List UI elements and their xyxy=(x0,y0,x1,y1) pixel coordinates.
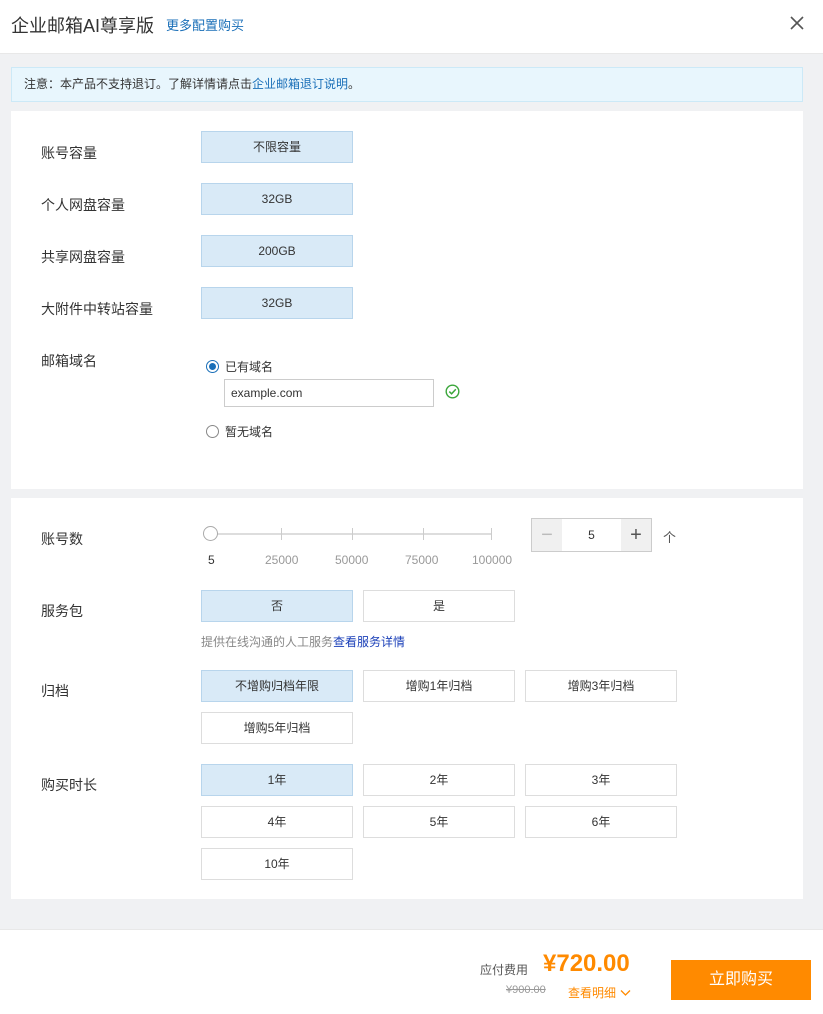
slider-tick xyxy=(281,528,282,540)
duration-option-4y[interactable]: 4年 xyxy=(201,806,353,838)
domain-label: 邮箱域名 xyxy=(41,353,97,369)
service-note: 提供在线沟通的人工服务查看服务详情 xyxy=(201,633,405,650)
duration-option-3y[interactable]: 3年 xyxy=(525,764,677,796)
spec-label-shared-disk: 共享网盘容量 xyxy=(41,249,125,265)
archive-option-none[interactable]: 不增购归档年限 xyxy=(201,670,353,702)
archive-option-1y[interactable]: 增购1年归档 xyxy=(363,670,515,702)
spec-label-attachment-transfer: 大附件中转站容量 xyxy=(41,301,153,317)
spec-value-account-capacity: 不限容量 xyxy=(201,131,353,163)
duration-option-10y[interactable]: 10年 xyxy=(201,848,353,880)
service-note-text: 提供在线沟通的人工服务 xyxy=(201,635,334,649)
slider-label: 75000 xyxy=(405,553,439,567)
minus-icon[interactable]: − xyxy=(532,519,562,551)
chevron-down-icon xyxy=(620,989,631,996)
notice-text: 注意：本产品不支持退订。了解详情请点击 xyxy=(24,77,253,91)
radio-checked-icon[interactable] xyxy=(206,360,219,373)
service-option-no[interactable]: 否 xyxy=(201,590,353,622)
spec-value-attachment-transfer: 32GB xyxy=(201,287,353,319)
close-icon[interactable] xyxy=(788,14,806,32)
radio-no-domain[interactable]: 暂无域名 xyxy=(206,423,273,440)
dialog-title: 企业邮箱AI尊享版 xyxy=(11,16,155,36)
valid-check-icon xyxy=(445,384,460,399)
radio-has-domain-label: 已有域名 xyxy=(225,360,274,374)
accounts-label: 账号数 xyxy=(41,531,83,547)
duration-label: 购买时长 xyxy=(41,777,97,793)
spec-panel: 账号容量 不限容量 个人网盘容量 32GB 共享网盘容量 200GB 大附件中转… xyxy=(11,111,803,489)
service-details-link[interactable]: 查看服务详情 xyxy=(333,635,405,649)
duration-option-6y[interactable]: 6年 xyxy=(525,806,677,838)
accounts-slider-track[interactable] xyxy=(211,533,491,535)
spec-value-personal-disk: 32GB xyxy=(201,183,353,215)
dialog-header: 企业邮箱AI尊享版 更多配置购买 xyxy=(0,0,823,54)
order-footer: 应付费用 ¥720.00 ¥900.00 查看明细 立即购买 xyxy=(0,929,823,1014)
duration-option-1y[interactable]: 1年 xyxy=(201,764,353,796)
service-option-yes[interactable]: 是 xyxy=(363,590,515,622)
archive-option-5y[interactable]: 增购5年归档 xyxy=(201,712,353,744)
radio-has-domain[interactable]: 已有域名 xyxy=(206,358,273,375)
slider-label: 25000 xyxy=(265,553,299,567)
slider-tick xyxy=(352,528,353,540)
archive-label: 归档 xyxy=(41,683,69,699)
archive-option-3y[interactable]: 增购3年归档 xyxy=(525,670,677,702)
service-label: 服务包 xyxy=(41,603,83,619)
original-price: ¥900.00 xyxy=(506,984,546,996)
accounts-unit: 个 xyxy=(663,530,677,545)
accounts-stepper: − 5 + xyxy=(531,518,652,552)
accounts-slider-handle[interactable] xyxy=(203,526,218,541)
view-details-link[interactable]: 查看明细 xyxy=(568,984,631,1001)
spec-label-account-capacity: 账号容量 xyxy=(41,145,97,161)
view-details-label: 查看明细 xyxy=(568,986,617,1000)
refund-policy-link[interactable]: 企业邮箱退订说明 xyxy=(252,77,348,91)
purchase-options-panel: 账号数 5 25000 50000 75000 100000 − 5 + 个 服… xyxy=(11,498,803,899)
radio-no-domain-label: 暂无域名 xyxy=(225,425,274,439)
accounts-value[interactable]: 5 xyxy=(562,519,621,551)
plus-icon[interactable]: + xyxy=(621,519,651,551)
duration-option-2y[interactable]: 2年 xyxy=(363,764,515,796)
total-price: ¥720.00 xyxy=(543,950,630,977)
spec-label-personal-disk: 个人网盘容量 xyxy=(41,197,125,213)
notice-suffix: 。 xyxy=(348,77,361,91)
buy-now-button[interactable]: 立即购买 xyxy=(671,960,811,1000)
radio-unchecked-icon[interactable] xyxy=(206,425,219,438)
slider-label: 100000 xyxy=(472,553,513,567)
domain-input[interactable] xyxy=(224,379,434,407)
refund-notice: 注意：本产品不支持退订。了解详情请点击企业邮箱退订说明。 xyxy=(11,67,803,102)
slider-label: 50000 xyxy=(335,553,369,567)
spec-value-shared-disk: 200GB xyxy=(201,235,353,267)
fee-label: 应付费用 xyxy=(480,963,529,977)
slider-tick xyxy=(491,528,492,540)
slider-tick xyxy=(423,528,424,540)
more-config-link[interactable]: 更多配置购买 xyxy=(166,15,244,34)
duration-option-5y[interactable]: 5年 xyxy=(363,806,515,838)
slider-label: 5 xyxy=(208,553,215,567)
